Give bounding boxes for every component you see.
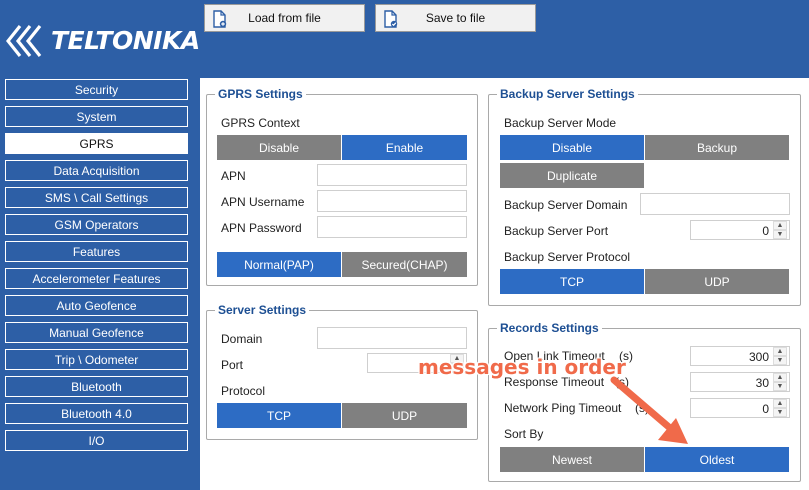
backup-server-mode-label: Backup Server Mode	[504, 116, 617, 130]
auth-secured-chap-button[interactable]: Secured(CHAP)	[342, 252, 467, 277]
backup-protocol-tcp-button[interactable]: TCP	[500, 269, 644, 294]
apn-input[interactable]	[317, 164, 467, 186]
sort-by-label: Sort By	[504, 427, 544, 441]
annotation-text: messages in order	[418, 355, 626, 379]
auth-normal-pap-button[interactable]: Normal(PAP)	[217, 252, 341, 277]
apn-password-label: APN Password	[221, 221, 302, 235]
records-settings-title: Records Settings	[497, 321, 602, 335]
gprs-settings-group: GPRS Settings GPRS Context Disable Enabl…	[206, 87, 478, 286]
response-down-icon[interactable]: ▼	[773, 382, 787, 391]
annotation-arrow-icon	[610, 376, 688, 444]
ping-up-icon[interactable]: ▲	[773, 399, 787, 408]
backup-mode-duplicate-button[interactable]: Duplicate	[500, 163, 644, 188]
gprs-context-disable-button[interactable]: Disable	[217, 135, 341, 160]
file-save-icon	[383, 10, 399, 28]
top-bar: TELTONIKA Load from file Save to file	[0, 0, 809, 78]
sidebar-item-auto-geofence[interactable]: Auto Geofence	[5, 295, 188, 316]
sort-newest-button[interactable]: Newest	[500, 447, 644, 472]
backup-mode-disable-button[interactable]: Disable	[500, 135, 644, 160]
sidebar-item-trip-odometer[interactable]: Trip \ Odometer	[5, 349, 188, 370]
backup-protocol-udp-button[interactable]: UDP	[645, 269, 789, 294]
apn-password-input[interactable]	[317, 216, 467, 238]
sidebar-item-system[interactable]: System	[5, 106, 188, 127]
logo-text: TELTONIKA	[51, 26, 200, 55]
backup-server-settings-title: Backup Server Settings	[497, 87, 638, 101]
response-timeout-value: 30	[755, 376, 769, 390]
backup-server-port-spinner[interactable]: 0 ▲ ▼	[690, 220, 790, 240]
sidebar-item-bluetooth[interactable]: Bluetooth	[5, 376, 188, 397]
save-to-file-label: Save to file	[425, 11, 486, 25]
file-load-icon	[212, 10, 228, 28]
sidebar-item-data-acquisition[interactable]: Data Acquisition	[5, 160, 188, 181]
network-ping-timeout-spinner[interactable]: 0 ▲ ▼	[690, 398, 790, 418]
sidebar-item-gprs[interactable]: GPRS	[5, 133, 188, 154]
save-to-file-button[interactable]: Save to file	[375, 4, 536, 32]
backup-port-up-icon[interactable]: ▲	[773, 221, 787, 230]
teltonika-logo: TELTONIKA	[6, 20, 200, 62]
ping-down-icon[interactable]: ▼	[773, 408, 787, 417]
load-from-file-button[interactable]: Load from file	[204, 4, 365, 32]
apn-username-label: APN Username	[221, 195, 305, 209]
backup-port-down-icon[interactable]: ▼	[773, 230, 787, 239]
sidebar: Security System GPRS Data Acquisition SM…	[0, 78, 200, 490]
open-link-timeout-value: 300	[748, 350, 769, 364]
server-settings-title: Server Settings	[215, 303, 310, 317]
server-protocol-udp-button[interactable]: UDP	[342, 403, 467, 428]
server-protocol-tcp-button[interactable]: TCP	[217, 403, 341, 428]
backup-server-domain-label: Backup Server Domain	[504, 198, 628, 212]
main-content: GPRS Settings GPRS Context Disable Enabl…	[200, 78, 809, 490]
server-domain-label: Domain	[221, 332, 263, 346]
backup-mode-backup-button[interactable]: Backup	[645, 135, 789, 160]
gprs-settings-title: GPRS Settings	[215, 87, 306, 101]
network-ping-timeout-value: 0	[762, 402, 769, 416]
sidebar-item-manual-geofence[interactable]: Manual Geofence	[5, 322, 188, 343]
gprs-context-enable-button[interactable]: Enable	[342, 135, 467, 160]
sidebar-item-gsm-operators[interactable]: GSM Operators	[5, 214, 188, 235]
server-domain-input[interactable]	[317, 327, 467, 349]
sidebar-item-accelerometer-features[interactable]: Accelerometer Features	[5, 268, 188, 289]
response-timeout-spinner[interactable]: 30 ▲ ▼	[690, 372, 790, 392]
backup-server-settings-group: Backup Server Settings Backup Server Mod…	[488, 87, 801, 306]
backup-server-port-label: Backup Server Port	[504, 224, 609, 238]
backup-server-port-value: 0	[762, 224, 769, 238]
apn-label: APN	[221, 169, 246, 183]
sidebar-item-io[interactable]: I/O	[5, 430, 188, 451]
backup-server-protocol-label: Backup Server Protocol	[504, 250, 631, 264]
open-link-up-icon[interactable]: ▲	[773, 347, 787, 356]
server-port-label: Port	[221, 358, 244, 372]
backup-server-domain-input[interactable]	[640, 193, 790, 215]
server-protocol-label: Protocol	[221, 384, 266, 398]
sidebar-item-security[interactable]: Security	[5, 79, 188, 100]
load-from-file-label: Load from file	[248, 11, 321, 25]
sidebar-item-bluetooth-4[interactable]: Bluetooth 4.0	[5, 403, 188, 424]
teltonika-logo-mark	[6, 25, 42, 57]
configurator-window: TELTONIKA Load from file Save to file Se…	[0, 0, 809, 490]
open-link-timeout-spinner[interactable]: 300 ▲ ▼	[690, 346, 790, 366]
gprs-context-label: GPRS Context	[221, 116, 300, 130]
response-up-icon[interactable]: ▲	[773, 373, 787, 382]
sort-oldest-button[interactable]: Oldest	[645, 447, 789, 472]
sidebar-item-features[interactable]: Features	[5, 241, 188, 262]
sidebar-item-sms-call-settings[interactable]: SMS \ Call Settings	[5, 187, 188, 208]
apn-username-input[interactable]	[317, 190, 467, 212]
open-link-down-icon[interactable]: ▼	[773, 356, 787, 365]
